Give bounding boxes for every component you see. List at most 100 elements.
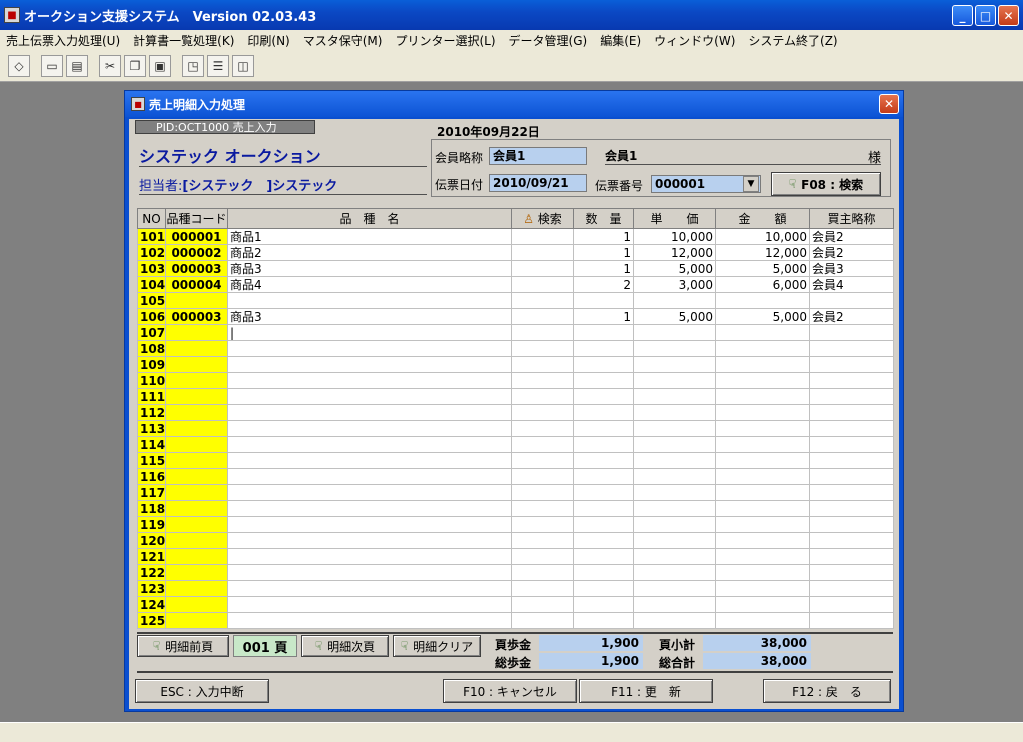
item-name-cell[interactable]: 商品4 [227, 276, 512, 293]
qty-cell[interactable]: 1 [573, 244, 634, 261]
qty-cell[interactable]: 1 [573, 228, 634, 245]
search-cell[interactable] [511, 420, 574, 437]
window-close-button[interactable]: ✕ [879, 94, 899, 114]
item-name-cell[interactable] [227, 356, 512, 373]
table-row[interactable]: 109 [137, 356, 894, 373]
search-cell[interactable] [511, 564, 574, 581]
table-row[interactable]: 117 [137, 484, 894, 501]
item-code-cell[interactable] [165, 564, 228, 581]
qty-cell[interactable]: 1 [573, 308, 634, 325]
search-cell[interactable] [511, 308, 574, 325]
slip-date-input[interactable]: 2010/09/21 [489, 174, 587, 192]
price-cell[interactable] [633, 404, 716, 421]
item-code-cell[interactable] [165, 388, 228, 405]
item-code-cell[interactable] [165, 516, 228, 533]
buyer-cell[interactable] [809, 420, 894, 437]
table-row[interactable]: 114 [137, 436, 894, 453]
amount-cell[interactable] [715, 596, 810, 613]
search-cell[interactable] [511, 516, 574, 533]
search-cell[interactable] [511, 436, 574, 453]
table-row[interactable]: 106 000003 商品3 1 5,000 5,000 会員2 [137, 308, 894, 325]
amount-cell[interactable]: 12,000 [715, 244, 810, 261]
menu-statement-list[interactable]: 計算書一覧処理(K) [133, 32, 234, 49]
f11-update-button[interactable]: F11 : 更 新 [579, 679, 713, 703]
buyer-cell[interactable] [809, 452, 894, 469]
amount-cell[interactable]: 5,000 [715, 260, 810, 277]
amount-cell[interactable] [715, 340, 810, 357]
search-cell[interactable] [511, 276, 574, 293]
search-cell[interactable] [511, 228, 574, 245]
qty-cell[interactable] [573, 324, 634, 341]
item-name-cell[interactable] [227, 548, 512, 565]
maximize-button[interactable]: □ [975, 5, 996, 26]
table-row[interactable]: 125 [137, 612, 894, 629]
cascade-icon[interactable]: ◳ [182, 54, 204, 77]
item-name-cell[interactable] [227, 564, 512, 581]
search-cell[interactable] [511, 404, 574, 421]
item-code-cell[interactable]: 000001 [165, 228, 228, 245]
table-row[interactable]: 104 000004 商品4 2 3,000 6,000 会員4 [137, 276, 894, 293]
amount-cell[interactable] [715, 484, 810, 501]
search-cell[interactable] [511, 580, 574, 597]
item-name-cell[interactable] [227, 516, 512, 533]
item-code-cell[interactable] [165, 372, 228, 389]
table-row[interactable]: 116 [137, 468, 894, 485]
amount-cell[interactable] [715, 356, 810, 373]
minimize-button[interactable]: _ [952, 5, 973, 26]
item-code-cell[interactable] [165, 580, 228, 597]
amount-cell[interactable] [715, 548, 810, 565]
item-name-cell[interactable]: 商品1 [227, 228, 512, 245]
search-cell[interactable] [511, 356, 574, 373]
table-row[interactable]: 110 [137, 372, 894, 389]
tile-horizontal-icon[interactable]: ☰ [207, 54, 229, 77]
qty-cell[interactable] [573, 612, 634, 629]
search-cell[interactable] [511, 324, 574, 341]
amount-cell[interactable]: 5,000 [715, 308, 810, 325]
price-cell[interactable] [633, 516, 716, 533]
qty-cell[interactable]: 2 [573, 276, 634, 293]
f10-cancel-button[interactable]: F10 : キャンセル [443, 679, 577, 703]
menu-master[interactable]: マスタ保守(M) [303, 32, 383, 49]
table-row[interactable]: 111 [137, 388, 894, 405]
item-code-cell[interactable]: 000003 [165, 308, 228, 325]
item-name-cell[interactable] [227, 612, 512, 629]
item-code-cell[interactable] [165, 436, 228, 453]
item-name-cell[interactable] [227, 372, 512, 389]
price-cell[interactable]: 5,000 [633, 260, 716, 277]
search-cell[interactable] [511, 596, 574, 613]
prev-page-button[interactable]: ☟ 明細前頁 [137, 635, 229, 657]
item-name-cell[interactable] [227, 292, 512, 309]
amount-cell[interactable] [715, 436, 810, 453]
table-row[interactable]: 122 [137, 564, 894, 581]
item-name-cell[interactable] [227, 468, 512, 485]
price-cell[interactable] [633, 356, 716, 373]
qty-cell[interactable] [573, 484, 634, 501]
menu-edit[interactable]: 編集(E) [600, 32, 641, 49]
buyer-cell[interactable] [809, 532, 894, 549]
menu-data[interactable]: データ管理(G) [509, 32, 588, 49]
price-cell[interactable] [633, 388, 716, 405]
price-cell[interactable] [633, 484, 716, 501]
search-cell[interactable] [511, 468, 574, 485]
search-cell[interactable] [511, 388, 574, 405]
menu-exit[interactable]: システム終了(Z) [748, 32, 837, 49]
menu-sales-entry[interactable]: 売上伝票入力処理(U) [6, 32, 120, 49]
amount-cell[interactable] [715, 404, 810, 421]
buyer-cell[interactable] [809, 356, 894, 373]
item-name-cell[interactable] [227, 500, 512, 517]
qty-cell[interactable] [573, 356, 634, 373]
chevron-down-icon[interactable]: ▼ [743, 176, 759, 192]
item-name-cell[interactable]: | [227, 324, 512, 341]
buyer-cell[interactable] [809, 292, 894, 309]
qty-cell[interactable] [573, 340, 634, 357]
qty-cell[interactable] [573, 420, 634, 437]
buyer-cell[interactable] [809, 484, 894, 501]
menu-printer[interactable]: プリンター選択(L) [395, 32, 495, 49]
amount-cell[interactable] [715, 564, 810, 581]
table-row[interactable]: 112 [137, 404, 894, 421]
buyer-cell[interactable] [809, 580, 894, 597]
buyer-cell[interactable]: 会員4 [809, 276, 894, 293]
properties-icon[interactable]: ▤ [66, 54, 88, 77]
item-code-cell[interactable] [165, 340, 228, 357]
item-name-cell[interactable]: 商品3 [227, 260, 512, 277]
